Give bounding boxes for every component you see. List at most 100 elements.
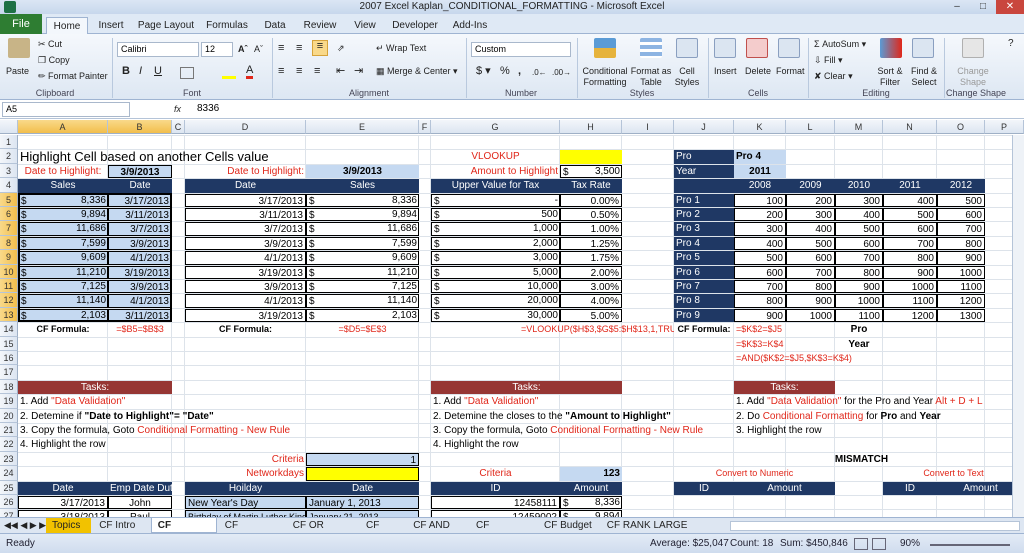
upper-value-cell[interactable]: 3,000 <box>431 251 560 264</box>
tasks-header[interactable]: Tasks: <box>431 380 622 395</box>
sheet-tab-cf-rank-large-small[interactable]: CF RANK LARGE SMALL <box>601 518 714 546</box>
task-2-1[interactable]: 1. Add "Data Validation" <box>431 395 734 408</box>
pro-data-cell[interactable]: 600 <box>786 251 835 265</box>
corner-header[interactable] <box>674 179 734 193</box>
sales-header[interactable]: Sales <box>306 179 419 193</box>
pro-data-cell[interactable]: 800 <box>835 265 883 279</box>
upper-value-cell[interactable]: 10,000 <box>431 280 560 293</box>
pro-data-cell[interactable]: 600 <box>883 222 937 236</box>
currency-icon[interactable]: $ ▾ <box>476 66 491 77</box>
networkdays-label[interactable]: Networkdays <box>185 467 306 480</box>
autosum-button[interactable]: Σ AutoSum ▾ <box>814 39 866 50</box>
pro-header[interactable]: Pro 6 <box>674 265 734 279</box>
formula-input[interactable]: 8336 <box>194 102 1020 117</box>
cell-styles-button[interactable]: Cell Styles <box>670 66 704 88</box>
column-header-a[interactable]: A <box>18 120 108 134</box>
date-cell[interactable]: 3/11/2013 <box>185 208 306 222</box>
percent-icon[interactable]: % <box>500 66 510 77</box>
upper-value-cell[interactable]: 5,000 <box>431 266 560 279</box>
row-header-16[interactable]: 16 <box>0 351 18 366</box>
bold-button[interactable]: B <box>122 66 130 77</box>
date-cell[interactable]: 4/1/2013 <box>185 251 306 265</box>
pro-data-cell[interactable]: 400 <box>734 236 786 251</box>
holiday-date-header[interactable]: Date <box>306 481 419 495</box>
pro-data-cell[interactable]: 1300 <box>937 308 985 323</box>
delete-cells-icon[interactable] <box>746 38 768 58</box>
cut-button[interactable]: ✂ Cut <box>38 39 62 50</box>
cf-note-pro[interactable]: Pro <box>835 323 883 336</box>
sales-cell[interactable]: 8,336 <box>306 194 419 207</box>
cell-styles-icon[interactable] <box>676 38 698 58</box>
date-cell[interactable]: 3/9/2013 <box>185 280 306 294</box>
date-cell[interactable]: 3/17/2013 <box>18 496 108 510</box>
align-left-icon[interactable]: ≡ <box>278 66 284 77</box>
pro-data-cell[interactable]: 500 <box>786 236 835 251</box>
tasks-header[interactable]: Tasks: <box>18 380 172 395</box>
tax-rate-cell[interactable]: 1.75% <box>560 251 622 265</box>
paste-icon[interactable] <box>8 38 30 58</box>
date-highlight-label[interactable]: Date to Highlight: <box>18 165 108 178</box>
upper-value-cell[interactable]: 20,000 <box>431 294 560 307</box>
sort-filter-icon[interactable] <box>880 38 902 58</box>
column-header-m[interactable]: M <box>835 120 883 134</box>
year-header[interactable]: 2011 <box>883 179 937 193</box>
format-cells-icon[interactable] <box>778 38 800 58</box>
column-header-j[interactable]: J <box>674 120 734 134</box>
id-cell[interactable]: 12458111 <box>431 496 560 510</box>
pro-data-cell[interactable]: 800 <box>786 280 835 294</box>
row-header-19[interactable]: 19 <box>0 394 18 409</box>
pro-data-cell[interactable]: 800 <box>883 251 937 265</box>
row-header-22[interactable]: 22 <box>0 437 18 452</box>
pro-data-cell[interactable]: 800 <box>734 294 786 308</box>
row-header-2[interactable]: 2 <box>0 149 18 164</box>
task-2-2[interactable]: 2. Detemine the closes to the "Amount to… <box>431 410 734 423</box>
comma-icon[interactable]: , <box>518 66 521 77</box>
id-header[interactable]: ID <box>674 481 734 495</box>
insert-cells-button[interactable]: Insert <box>714 66 737 77</box>
pro-data-cell[interactable]: 1000 <box>883 280 937 294</box>
pro-data-cell[interactable]: 700 <box>786 265 835 279</box>
pro-data-cell[interactable]: 500 <box>835 222 883 236</box>
increase-indent-icon[interactable]: ⇥ <box>354 66 363 77</box>
tasks-header[interactable]: Tasks: <box>734 380 835 395</box>
task-3-1[interactable]: 1. Add "Data Validation" for the Pro and… <box>734 395 1024 408</box>
column-header-k[interactable]: K <box>734 120 786 134</box>
column-header-p[interactable]: P <box>985 120 1024 134</box>
criteria-value[interactable]: 1 <box>306 452 419 467</box>
year-value[interactable]: 2011 <box>734 164 786 179</box>
sales-header[interactable]: Sales <box>18 179 108 193</box>
row-header-5[interactable]: 5 <box>0 192 18 207</box>
upper-value-cell[interactable]: 1,000 <box>431 222 560 235</box>
year-header[interactable]: 2008 <box>734 179 786 193</box>
amount-highlight-value[interactable]: 3,500 <box>560 165 622 178</box>
mismatch-label[interactable]: MISMATCH <box>786 453 937 466</box>
upper-value-header[interactable]: Upper Value for Tax <box>431 179 560 193</box>
pro-data-cell[interactable]: 1100 <box>835 308 883 323</box>
row-header-25[interactable]: 25 <box>0 480 18 495</box>
increase-decimal-icon[interactable]: .0← <box>532 67 547 78</box>
amount-cell[interactable]: 8,336 <box>560 496 622 509</box>
sales-cell[interactable]: 7,125 <box>306 280 419 293</box>
upper-value-cell[interactable]: 500 <box>431 208 560 221</box>
format-as-table-button[interactable]: Format as Table <box>630 66 672 88</box>
holiday-date-cell[interactable]: January 1, 2013 <box>306 496 419 510</box>
sales-cell[interactable]: 9,894 <box>306 208 419 221</box>
tax-rate-cell[interactable]: 3.00% <box>560 280 622 294</box>
task-1-1[interactable]: 1. Add "Data Validation" <box>18 395 419 408</box>
align-middle-icon[interactable]: ≡ <box>296 43 302 54</box>
sheet-title[interactable]: Highlight Cell based on another Cells va… <box>18 150 431 163</box>
row-header-14[interactable]: 14 <box>0 322 18 337</box>
row-header-1[interactable]: 1 <box>0 135 18 150</box>
tab-add-ins[interactable]: Add-Ins <box>450 17 490 34</box>
column-header-i[interactable]: I <box>622 120 674 134</box>
date-cell[interactable]: 3/19/2013 <box>185 308 306 323</box>
date-highlight-value[interactable]: 3/9/2013 <box>108 164 172 179</box>
date-header[interactable]: Date <box>108 179 172 193</box>
italic-button[interactable]: I <box>139 66 142 77</box>
sort-filter-button[interactable]: Sort & Filter <box>872 66 908 88</box>
holiday-cell[interactable]: New Year's Day <box>185 496 306 510</box>
pro-data-cell[interactable]: 700 <box>734 280 786 294</box>
pro-data-cell[interactable]: 700 <box>937 222 985 236</box>
row-header-3[interactable]: 3 <box>0 163 18 179</box>
align-bottom-icon[interactable]: ≡ <box>312 40 328 56</box>
